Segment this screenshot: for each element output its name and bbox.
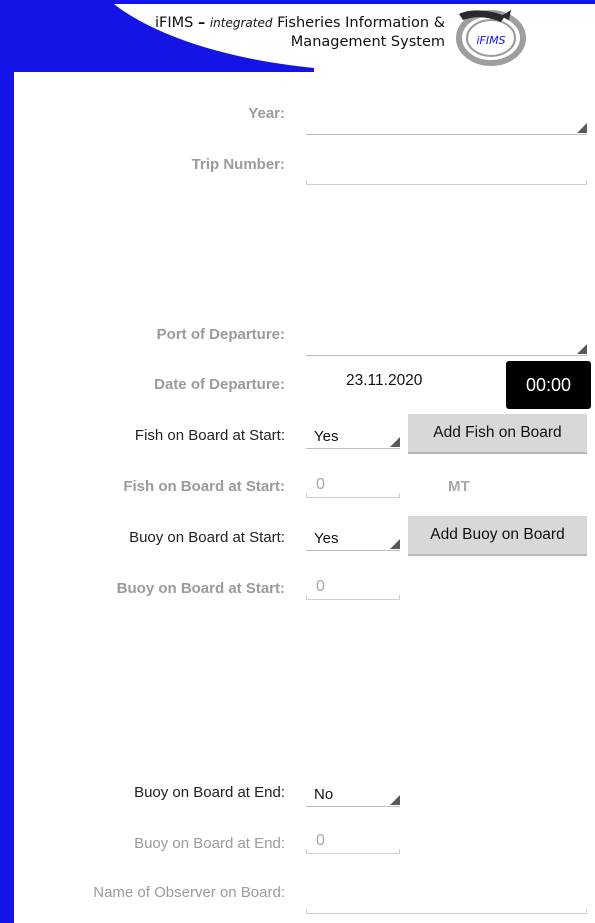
- observer-label: Name of Observer on Board:: [93, 884, 285, 901]
- add-buoy-on-board-button[interactable]: Add Buoy on Board: [408, 516, 587, 556]
- buoy-start-qty-label: Buoy on Board at Start:: [116, 580, 285, 597]
- fish-start-qty-placeholder: 0: [316, 476, 325, 493]
- buoy-end-qty-label: Buoy on Board at End:: [134, 835, 285, 852]
- buoy-start-qty-input[interactable]: 0: [306, 578, 400, 600]
- buoy-end-select-value: No: [314, 786, 334, 803]
- trip-number-input[interactable]: [306, 163, 587, 185]
- year-label: Year:: [248, 105, 285, 122]
- app-title: iFIMS – integrated Fisheries Information…: [85, 14, 445, 52]
- buoy-start-label: Buoy on Board at Start:: [129, 529, 285, 546]
- year-spinner[interactable]: [306, 110, 587, 135]
- buoy-start-select-value: Yes: [314, 530, 339, 547]
- title-brand: iFIMS: [155, 15, 194, 31]
- add-fish-on-board-button[interactable]: Add Fish on Board: [408, 414, 587, 454]
- fish-start-spinner[interactable]: Yes: [306, 424, 400, 449]
- fish-start-qty-input[interactable]: 0: [306, 476, 400, 498]
- buoy-end-spinner[interactable]: No: [306, 782, 400, 807]
- fish-start-label: Fish on Board at Start:: [134, 427, 285, 444]
- buoy-end-qty-input[interactable]: 0: [306, 832, 400, 854]
- port-departure-spinner[interactable]: [306, 331, 587, 356]
- ifims-logo-icon: iFIMS: [456, 10, 526, 66]
- fish-start-qty-label: Fish on Board at Start:: [123, 478, 285, 495]
- fish-unit-label: MT: [448, 478, 470, 495]
- port-departure-label: Port of Departure:: [156, 326, 285, 343]
- date-departure-label: Date of Departure:: [154, 376, 285, 393]
- date-departure-value[interactable]: 23.11.2020: [346, 372, 422, 390]
- trip-number-label: Trip Number:: [191, 156, 285, 173]
- dropdown-arrow-icon: [390, 539, 400, 549]
- buoy-end-label: Buoy on Board at End:: [134, 784, 285, 801]
- dropdown-arrow-icon: [577, 123, 587, 133]
- buoy-start-qty-placeholder: 0: [316, 578, 325, 595]
- title-integrated: integrated: [209, 16, 273, 30]
- buoy-end-qty-placeholder: 0: [316, 832, 325, 849]
- title-rest: Fisheries Information &: [277, 15, 445, 31]
- title-line2: Management System: [290, 34, 445, 50]
- observer-input[interactable]: [306, 892, 587, 914]
- buoy-start-spinner[interactable]: Yes: [306, 526, 400, 551]
- dropdown-arrow-icon: [390, 795, 400, 805]
- title-dash: –: [197, 15, 206, 31]
- app-screen: iFIMS – integrated Fisheries Information…: [14, 0, 595, 923]
- time-departure-button[interactable]: 00:00: [506, 361, 591, 409]
- fish-start-select-value: Yes: [314, 428, 339, 445]
- dropdown-arrow-icon: [577, 344, 587, 354]
- dropdown-arrow-icon: [390, 437, 400, 447]
- logo-text: iFIMS: [476, 34, 505, 47]
